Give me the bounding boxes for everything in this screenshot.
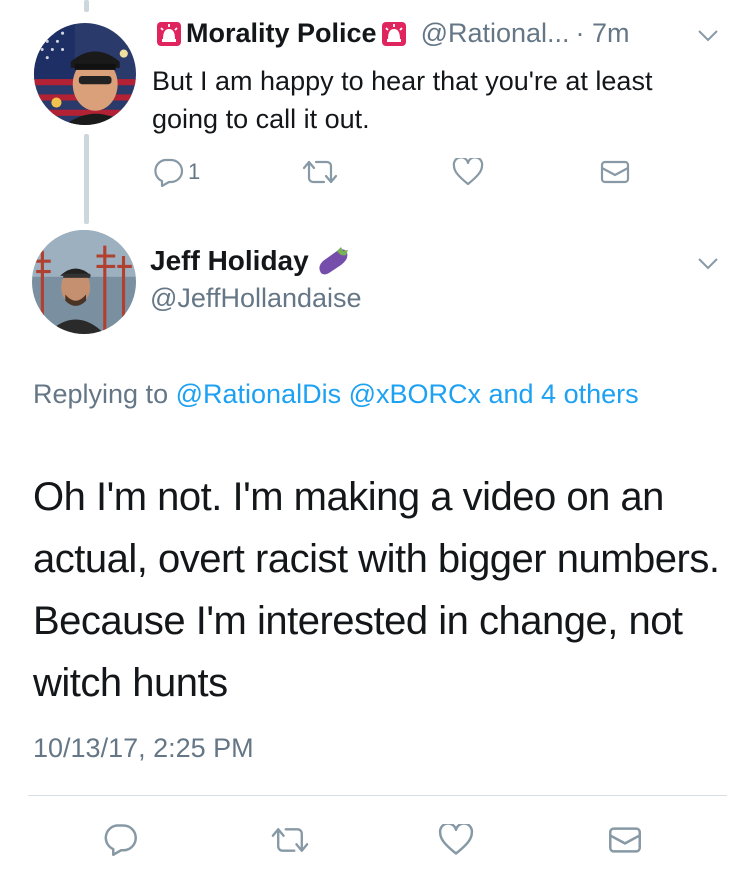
retweet-icon [271,828,309,852]
dm-icon [600,160,630,184]
tweet1-retweet-button[interactable] [300,158,340,186]
tweet1-time[interactable]: · 7m [576,18,630,49]
chevron-down-icon[interactable] [697,29,719,43]
replying-to-mentions[interactable]: @RationalDis @xBORCx and 4 others [176,379,639,409]
siren-icon [381,21,407,47]
tweet2-name-row: Jeff Holiday [150,245,351,277]
replying-to: Replying to @RationalDis @xBORCx and 4 o… [33,372,693,416]
divider [28,795,727,796]
eggplant-icon [319,247,348,275]
tweet1-header: Morality Police @Rational... · 7m [152,18,630,49]
tweet2-reply-button[interactable] [102,822,138,856]
replying-to-prefix: Replying to [33,379,169,409]
siren-icon [156,21,182,47]
tweet2-text: Oh I'm not. I'm making a video on an act… [33,475,720,705]
thread-line-connector [84,134,89,224]
tweet2-dm-button[interactable] [608,826,642,854]
tweet2-retweet-button[interactable] [268,825,312,855]
tweet1-reply-count: 1 [188,159,201,184]
tweet1-text: But I am happy to hear that you're at le… [152,66,653,134]
tweet1-dm-button[interactable] [600,160,630,184]
like-icon [452,158,484,186]
chevron-down-icon[interactable] [697,257,719,271]
dm-icon [609,827,641,853]
tweet1-reply-button[interactable]: 1 [152,157,200,187]
reply-icon [154,158,184,187]
tweet1-like-button[interactable] [452,158,484,186]
tweet1-handle[interactable]: @Rational... [421,18,570,49]
retweet-icon [302,160,338,184]
tweet2-like-button[interactable] [438,824,474,856]
like-icon [438,824,474,855]
tweet1-display-name[interactable]: Morality Police [186,18,377,49]
tweet2-timestamp[interactable]: 10/13/17, 2:25 PM [33,733,254,764]
thread-line-top [84,0,89,12]
reply-icon [104,824,137,856]
tweet2-handle[interactable]: @JeffHollandaise [150,283,362,314]
avatar-morality-police[interactable] [34,23,136,125]
avatar-jeff-holiday[interactable] [32,230,136,334]
tweet2-display-name[interactable]: Jeff Holiday [150,245,309,277]
